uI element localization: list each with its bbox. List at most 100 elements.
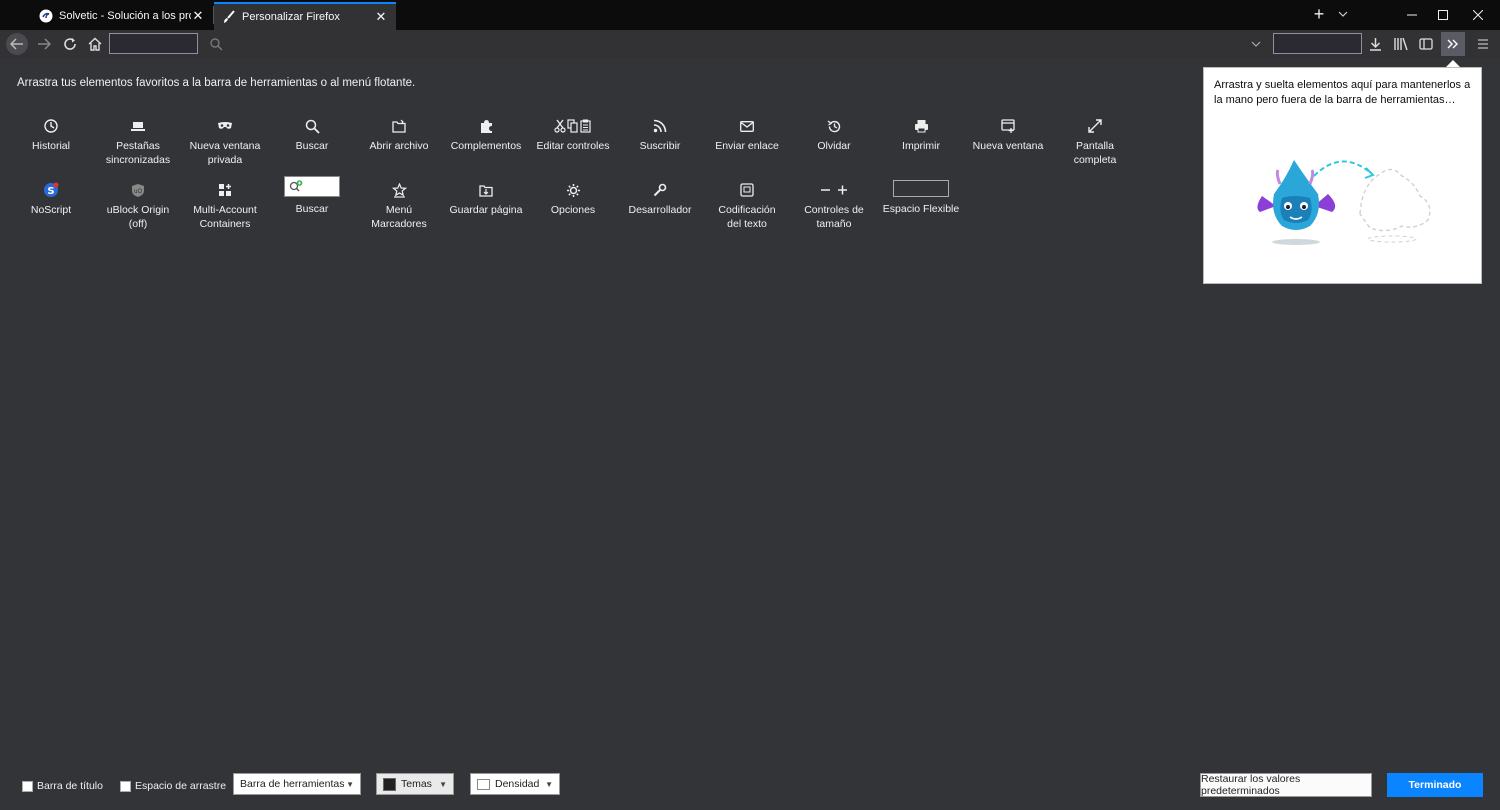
checkbox-box[interactable] bbox=[120, 780, 131, 792]
palette-item-label: uBlock Origin (off) bbox=[106, 204, 170, 230]
palette-item-label: NoScript bbox=[30, 204, 72, 216]
palette-item-label: Controles de tamaño bbox=[804, 204, 864, 230]
addons-icon bbox=[479, 114, 494, 138]
palette-item-label: Editar controles bbox=[536, 140, 610, 152]
palette-item-print[interactable]: Imprimir bbox=[877, 114, 965, 154]
close-icon[interactable] bbox=[1456, 0, 1500, 30]
palette-item-text-encoding[interactable]: Codificación del texto bbox=[703, 178, 791, 231]
palette-item-label: Buscar bbox=[295, 140, 329, 152]
palette-item-flexible-space[interactable]: Espacio Flexible bbox=[877, 174, 965, 217]
restore-defaults-button[interactable]: Restaurar los valores predeterminados bbox=[1200, 773, 1372, 797]
palette-item-bookmarks-menu[interactable]: Menú Marcadores bbox=[355, 178, 443, 231]
palette-item-developer[interactable]: Desarrollador bbox=[616, 178, 704, 218]
themes-dropdown[interactable]: Temas ▼ bbox=[376, 773, 454, 795]
palette-item-label: Codificación del texto bbox=[718, 204, 776, 230]
palette-item-zoom-controls[interactable]: Controles de tamaño bbox=[790, 178, 878, 231]
toolbars-dropdown[interactable]: Barra de herramientas ▼ bbox=[233, 773, 361, 795]
palette-item-history[interactable]: Historial bbox=[7, 114, 95, 154]
downloads-icon[interactable] bbox=[1363, 32, 1387, 56]
history-icon bbox=[43, 114, 59, 138]
navigation-toolbar bbox=[0, 30, 1500, 58]
noscript-icon: S bbox=[43, 178, 59, 202]
address-bar-placeholder[interactable] bbox=[109, 33, 198, 54]
palette-item-forget[interactable]: Olvidar bbox=[790, 114, 878, 154]
palette-item-addons[interactable]: Complementos bbox=[442, 114, 530, 154]
zoom-controls-icon bbox=[820, 178, 848, 202]
reload-icon[interactable] bbox=[58, 32, 82, 56]
drag-space-label: Espacio de arrastre bbox=[135, 780, 227, 792]
palette-item-search-field[interactable]: Buscar bbox=[268, 174, 356, 217]
palette-item-label: Menú Marcadores bbox=[371, 204, 427, 230]
fullscreen-icon bbox=[1088, 114, 1102, 138]
wrench-icon bbox=[653, 178, 667, 202]
search-field-preview bbox=[284, 175, 340, 197]
palette-item-label: Guardar página bbox=[449, 204, 523, 216]
palette-item-label: Nueva ventana bbox=[972, 140, 1044, 152]
done-button[interactable]: Terminado bbox=[1387, 773, 1483, 797]
palette-item-label: Desarrollador bbox=[628, 204, 692, 216]
palette-item-search[interactable]: Buscar bbox=[268, 114, 356, 154]
tab-label: Personalizar Firefox bbox=[242, 11, 340, 23]
palette-item-label: Espacio Flexible bbox=[882, 203, 960, 215]
sidebar-icon[interactable] bbox=[1414, 32, 1438, 56]
toolbars-label: Barra de herramientas bbox=[240, 778, 345, 790]
themes-label: Temas bbox=[401, 778, 432, 790]
overflow-panel[interactable]: Arrastra y suelta elementos aquí para ma… bbox=[1203, 67, 1482, 284]
forget-icon bbox=[827, 114, 842, 138]
tab-close-icon[interactable]: ✕ bbox=[191, 8, 205, 24]
tab-strip: Solvetic - Solución a los problemas ✕ Pe… bbox=[0, 0, 1500, 30]
flexible-space-icon bbox=[893, 174, 949, 198]
tab-close-icon[interactable]: ✕ bbox=[374, 9, 388, 25]
forward-arrow-icon[interactable] bbox=[32, 32, 56, 56]
title-bar-checkbox[interactable]: Barra de título bbox=[22, 780, 103, 792]
search-bar-placeholder[interactable] bbox=[1273, 33, 1362, 54]
library-icon[interactable] bbox=[1389, 32, 1413, 56]
new-tab-plus-icon[interactable]: + bbox=[1308, 4, 1330, 26]
palette-item-label: Imprimir bbox=[902, 140, 940, 152]
palette-item-new-window[interactable]: Nueva ventana bbox=[964, 114, 1052, 154]
search-icon bbox=[305, 114, 320, 138]
palette-item-subscribe[interactable]: Suscribir bbox=[616, 114, 704, 154]
palette-item-containers[interactable]: Multi-Account Containers bbox=[181, 178, 269, 231]
palette-item-label: Abrir archivo bbox=[369, 140, 429, 152]
palette-item-edit-controls[interactable]: Editar controles bbox=[529, 114, 617, 154]
palette-item-ublock[interactable]: uO uBlock Origin (off) bbox=[94, 178, 182, 231]
home-icon[interactable] bbox=[83, 32, 107, 56]
solvetic-favicon-icon bbox=[39, 9, 53, 23]
ublock-icon: uO bbox=[131, 178, 145, 202]
overflow-chevron-double-right-icon[interactable] bbox=[1441, 32, 1465, 56]
svg-text:S: S bbox=[47, 186, 54, 197]
palette-item-label: Historial bbox=[32, 140, 70, 152]
flexible-space-preview bbox=[893, 179, 949, 197]
email-link-icon bbox=[740, 114, 754, 138]
tab-personalizar[interactable]: Personalizar Firefox ✕ bbox=[214, 2, 396, 30]
palette-item-email-link[interactable]: Enviar enlace bbox=[703, 114, 791, 154]
theme-swatch-icon bbox=[383, 777, 396, 791]
chevron-down-icon[interactable] bbox=[1244, 32, 1268, 56]
palette-item-label: Pantalla completa bbox=[1073, 140, 1117, 166]
palette-item-save-page[interactable]: Guardar página bbox=[442, 178, 530, 218]
text-encoding-icon bbox=[740, 178, 754, 202]
private-window-icon bbox=[217, 114, 233, 138]
palette-item-label: Enviar enlace bbox=[715, 140, 779, 152]
density-dropdown[interactable]: Densidad ▼ bbox=[470, 773, 560, 795]
hamburger-menu-icon[interactable] bbox=[1471, 32, 1495, 56]
print-icon bbox=[914, 114, 929, 138]
drag-space-checkbox[interactable]: Espacio de arrastre bbox=[120, 780, 226, 792]
palette-item-noscript[interactable]: S NoScript bbox=[7, 178, 95, 218]
search-field-icon bbox=[284, 174, 340, 198]
palette-item-options[interactable]: Opciones bbox=[529, 178, 617, 218]
palette-item-fullscreen[interactable]: Pantalla completa bbox=[1051, 114, 1139, 167]
density-icon bbox=[477, 778, 490, 790]
back-arrow-icon[interactable] bbox=[6, 33, 28, 55]
tab-list-chevron-down-icon[interactable] bbox=[1336, 6, 1350, 24]
tab-solvetic[interactable]: Solvetic - Solución a los problemas ✕ bbox=[31, 2, 213, 30]
palette-item-private-window[interactable]: Nueva ventana privada bbox=[181, 114, 269, 167]
checkbox-box[interactable] bbox=[22, 780, 33, 792]
palette-item-open-file[interactable]: Abrir archivo bbox=[355, 114, 443, 154]
palette-item-label: Multi-Account Containers bbox=[193, 204, 257, 230]
palette-item-synced-tabs[interactable]: Pestañas sincronizadas bbox=[94, 114, 182, 167]
dragon-illustration-icon bbox=[1252, 154, 1442, 257]
search-icon[interactable] bbox=[204, 32, 228, 56]
options-gear-icon bbox=[566, 178, 581, 202]
